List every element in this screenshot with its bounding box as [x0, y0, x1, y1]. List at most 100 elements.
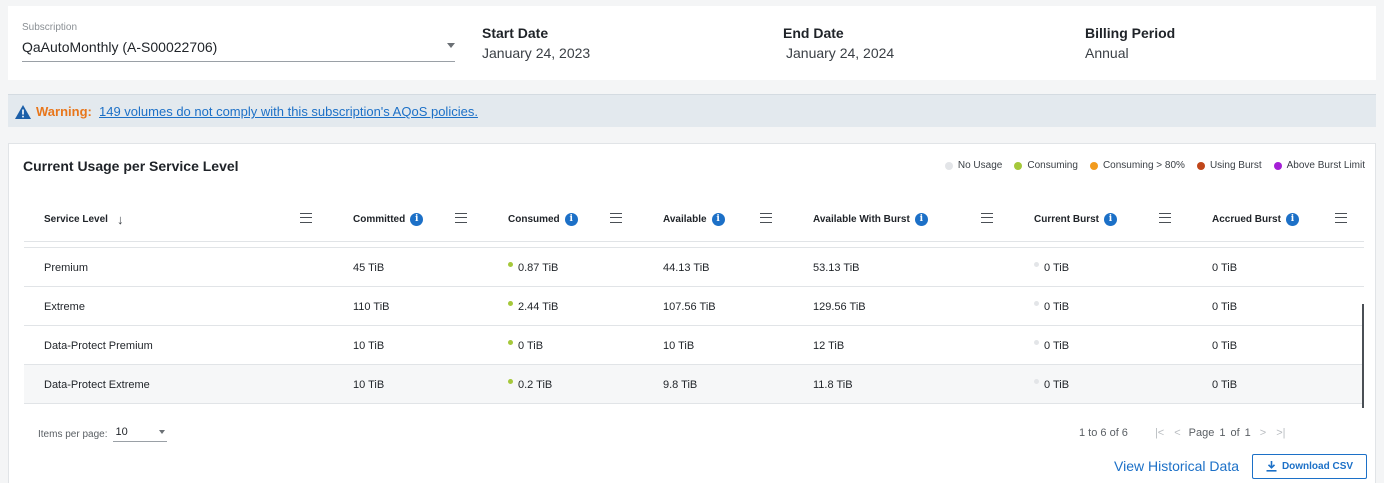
end-date: End Date January 24, 2024	[783, 25, 894, 61]
column-accrued-burst[interactable]: Accrued Burst i	[1212, 196, 1299, 242]
info-icon[interactable]: i	[564, 212, 578, 226]
table-row[interactable]: Data-Protect Premium 10 TiB 0 TiB 10 TiB…	[24, 325, 1364, 365]
cell-accrued-burst: 0 TiB	[1212, 379, 1238, 391]
subscription-value[interactable]: QaAutoMonthly (A-S00022706)	[22, 39, 217, 55]
cell-committed: 45 TiB	[353, 262, 385, 274]
legend-consuming: Consuming	[1014, 160, 1078, 171]
status-dot	[508, 378, 513, 384]
chevron-down-icon[interactable]	[159, 430, 166, 434]
column-menu-icon[interactable]	[300, 213, 312, 223]
status-dot	[1034, 261, 1039, 267]
download-icon	[1266, 461, 1277, 472]
cell-current-burst: 0 TiB	[1034, 326, 1069, 366]
page-total: 1	[1244, 427, 1251, 439]
info-icon[interactable]: i	[914, 212, 928, 226]
cell-service-level: Data-Protect Premium	[44, 340, 153, 352]
warning-icon	[15, 105, 31, 119]
cell-consumed: 0 TiB	[508, 326, 543, 366]
table-body: Premium 45 TiB 0.87 TiB 44.13 TiB 53.13 …	[24, 247, 1364, 404]
cell-available: 9.8 TiB	[663, 379, 698, 391]
column-menu-icon[interactable]	[610, 213, 622, 223]
status-dot	[1034, 300, 1039, 306]
end-date-value: January 24, 2024	[786, 45, 895, 61]
table-row[interactable]: Data-Protect Extreme 10 TiB 0.2 TiB 9.8 …	[24, 364, 1364, 404]
items-per-page-select[interactable]: 10	[113, 426, 168, 442]
info-icon[interactable]: i	[1285, 212, 1299, 226]
pagination-range: 1 to 6 of 6	[1079, 427, 1128, 439]
page-label: Page	[1188, 427, 1215, 439]
next-page-icon[interactable]: >	[1260, 427, 1266, 439]
cell-available-with-burst: 11.8 TiB	[813, 379, 853, 391]
cell-current-burst: 0 TiB	[1034, 365, 1069, 405]
cell-current-burst: 0 TiB	[1034, 287, 1069, 327]
legend-consuming-80: Consuming > 80%	[1089, 160, 1185, 171]
table-scrollbar[interactable]	[1362, 304, 1364, 408]
legend-dot	[1014, 161, 1023, 170]
legend-dot	[1273, 161, 1282, 170]
legend-dot	[1089, 161, 1098, 170]
legend-dot	[1196, 161, 1205, 170]
cell-consumed: 0.87 TiB	[508, 248, 558, 288]
chevron-down-icon[interactable]	[447, 43, 455, 48]
column-available[interactable]: Available i	[663, 196, 725, 242]
cell-available: 10 TiB	[663, 340, 695, 352]
cell-accrued-burst: 0 TiB	[1212, 340, 1238, 352]
legend-dot	[944, 161, 953, 170]
first-page-icon[interactable]: |<	[1155, 427, 1164, 439]
table-row[interactable]: Extreme 110 TiB 2.44 TiB 107.56 TiB 129.…	[24, 286, 1364, 326]
cell-accrued-burst: 0 TiB	[1212, 301, 1238, 313]
view-historical-data-link[interactable]: View Historical Data	[1114, 458, 1239, 474]
status-dot	[508, 300, 513, 306]
cell-committed: 10 TiB	[353, 379, 385, 391]
info-icon[interactable]: i	[1104, 212, 1118, 226]
legend-using-burst: Using Burst	[1196, 160, 1262, 171]
table-row[interactable]: Premium 45 TiB 0.87 TiB 44.13 TiB 53.13 …	[24, 247, 1364, 287]
column-menu-icon[interactable]	[981, 213, 993, 223]
start-date: Start Date January 24, 2023	[482, 25, 590, 61]
download-csv-label: Download CSV	[1281, 461, 1354, 472]
cell-service-level: Extreme	[44, 301, 85, 313]
usage-legend: No Usage Consuming Consuming > 80% Using…	[944, 160, 1365, 171]
warning-banner: Warning: 149 volumes do not comply with …	[8, 94, 1376, 127]
table-header: Service Level ↓ Committed i Consumed i Avai…	[24, 196, 1364, 242]
last-page-icon[interactable]: >|	[1276, 427, 1285, 439]
column-service-level[interactable]: Service Level ↓	[44, 196, 123, 242]
subscription-header: Subscription QaAutoMonthly (A-S00022706)…	[8, 6, 1376, 80]
cell-service-level: Premium	[44, 262, 89, 274]
warning-label: Warning:	[36, 104, 92, 119]
column-current-burst[interactable]: Current Burst i	[1034, 196, 1118, 242]
download-csv-button[interactable]: Download CSV	[1252, 454, 1367, 479]
subscription-label: Subscription	[22, 22, 78, 33]
cell-accrued-burst: 0 TiB	[1212, 262, 1238, 274]
cell-available-with-burst: 53.13 TiB	[813, 262, 860, 274]
info-icon[interactable]: i	[711, 212, 725, 226]
cell-consumed: 0.2 TiB	[508, 365, 552, 405]
page-of: of	[1230, 427, 1240, 439]
column-consumed[interactable]: Consumed i	[508, 196, 578, 242]
column-available-with-burst[interactable]: Available With Burst i	[813, 196, 928, 242]
info-icon[interactable]: i	[410, 212, 424, 226]
column-menu-icon[interactable]	[1335, 213, 1347, 223]
usage-card: Current Usage per Service Level No Usage…	[8, 143, 1376, 483]
status-dot	[508, 261, 513, 267]
start-date-value: January 24, 2023	[482, 45, 591, 61]
prev-page-icon[interactable]: <	[1174, 427, 1180, 439]
column-committed[interactable]: Committed i	[353, 196, 424, 242]
sort-down-icon[interactable]: ↓	[117, 212, 124, 227]
usage-title: Current Usage per Service Level	[23, 158, 239, 174]
legend-no-usage: No Usage	[944, 160, 1002, 171]
status-dot	[1034, 378, 1039, 384]
subscription-select[interactable]: Subscription QaAutoMonthly (A-S00022706)	[22, 22, 455, 62]
start-date-label: Start Date	[482, 25, 549, 41]
status-dot	[508, 339, 513, 345]
cell-consumed: 2.44 TiB	[508, 287, 558, 327]
cell-available: 44.13 TiB	[663, 262, 710, 274]
cell-committed: 10 TiB	[353, 340, 385, 352]
column-menu-icon[interactable]	[455, 213, 467, 223]
cell-committed: 110 TiB	[353, 301, 390, 313]
column-menu-icon[interactable]	[760, 213, 772, 223]
cell-available-with-burst: 12 TiB	[813, 340, 845, 352]
column-menu-icon[interactable]	[1159, 213, 1171, 223]
noncompliant-volumes-link[interactable]: 149 volumes do not comply with this subs…	[99, 104, 478, 119]
legend-above-burst: Above Burst Limit	[1273, 160, 1365, 171]
